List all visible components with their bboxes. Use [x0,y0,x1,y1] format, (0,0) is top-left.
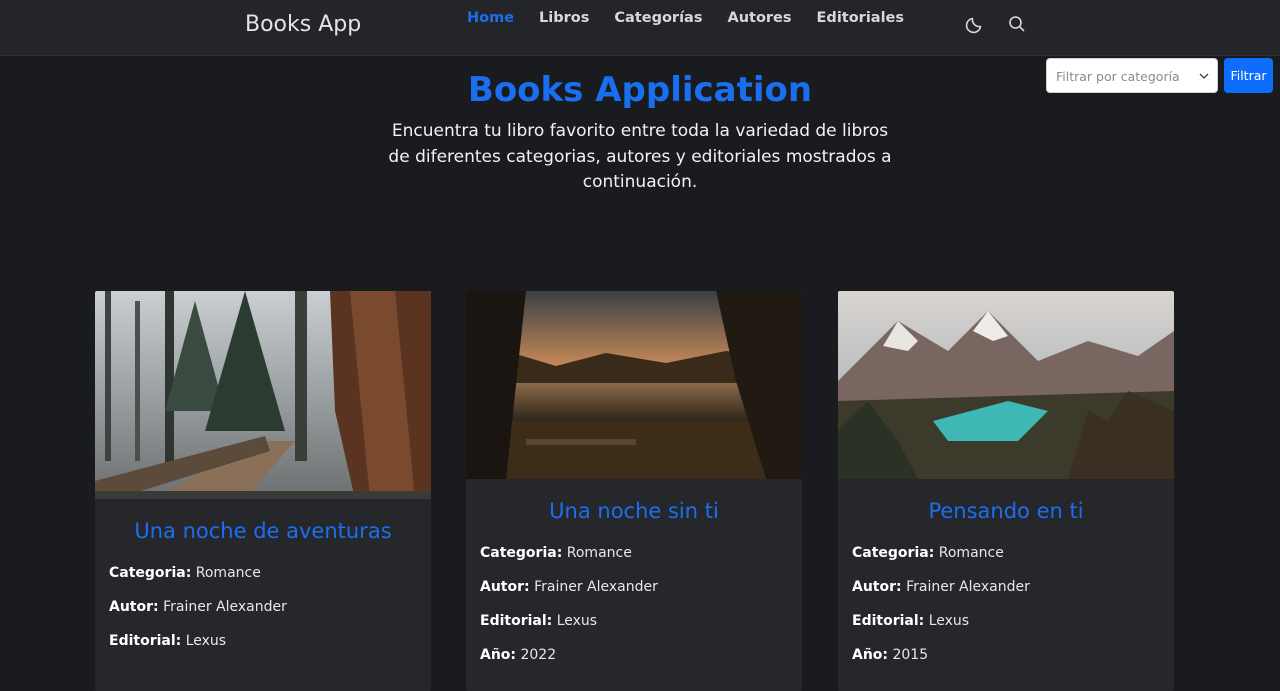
book-image-forest-boardwalk [95,291,431,499]
book-title[interactable]: Una noche de aventuras [95,519,431,543]
book-author: Autor: Frainer Alexander [480,579,658,595]
book-card[interactable]: Pensando en ti Categoria: Romance Autor:… [838,291,1174,691]
book-category: Categoria: Romance [109,565,261,581]
nav-link-categorias[interactable]: Categorías [614,10,702,26]
nav-link-libros[interactable]: Libros [539,10,589,26]
book-publisher: Editorial: Lexus [109,633,227,649]
book-author: Autor: Frainer Alexander [852,579,1030,595]
book-publisher: Editorial: Lexus [480,613,598,629]
book-title[interactable]: Pensando en ti [838,499,1174,523]
nav-link-home[interactable]: Home [467,10,514,26]
book-image-mountain-lake [838,291,1174,479]
page-title: Books Application [467,70,813,110]
nav-link-editoriales[interactable]: Editoriales [817,10,905,26]
book-year: Año: 2022 [480,647,557,663]
book-card[interactable]: Una noche sin ti Categoria: Romance Auto… [466,291,802,691]
book-author: Autor: Frainer Alexander [109,599,287,615]
book-card[interactable]: Una noche de aventuras Categoria: Romanc… [95,291,431,691]
book-title[interactable]: Una noche sin ti [466,499,802,523]
book-year: Año: 2015 [852,647,929,663]
search-icon[interactable] [1007,14,1027,34]
book-publisher: Editorial: Lexus [852,613,970,629]
book-category: Categoria: Romance [480,545,632,561]
book-category: Categoria: Romance [852,545,1004,561]
book-image-lake-sunset [466,291,802,479]
nav-links: Home Libros Categorías Autores Editorial… [467,10,929,26]
nav-link-autores[interactable]: Autores [727,10,791,26]
brand-logo[interactable]: Books App [245,12,361,37]
moon-icon[interactable] [965,14,985,34]
navbar: Books App Home Libros Categorías Autores… [0,0,1280,56]
hero-description: Encuentra tu libro favorito entre toda l… [388,121,892,192]
